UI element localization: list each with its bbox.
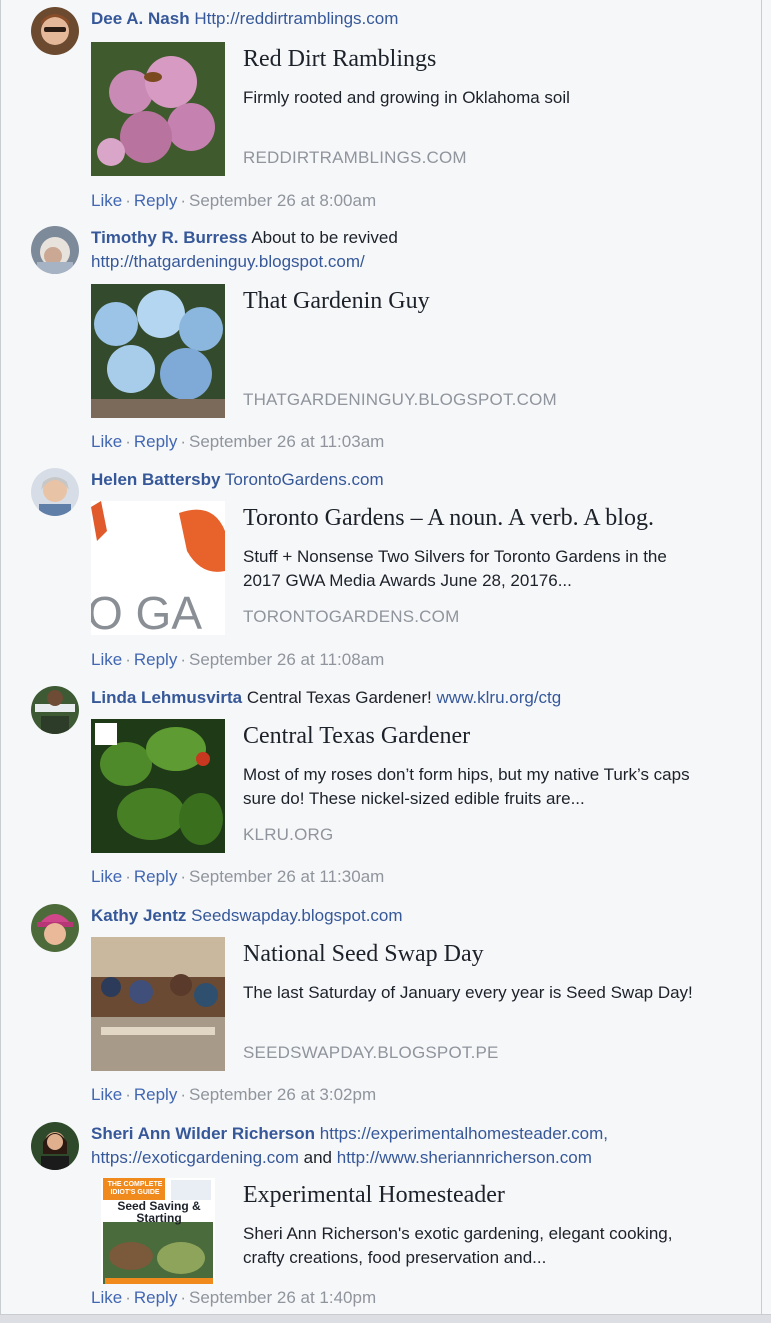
link-domain: KLRU.ORG xyxy=(243,825,334,844)
link-preview-card[interactable]: O GA Toronto Gardens – A noun. A verb. A… xyxy=(91,501,711,635)
link-preview-card[interactable]: Central Texas Gardener Most of my roses … xyxy=(91,719,711,853)
reply-button[interactable]: Reply xyxy=(134,191,177,210)
comment-text: Timothy R. Burress About to be revived h… xyxy=(91,226,711,274)
comment-actions: Like · Reply · September 26 at 11:30am xyxy=(91,867,385,886)
comment-message: and xyxy=(303,1148,333,1167)
like-button[interactable]: Like xyxy=(91,191,122,210)
link-preview-card[interactable]: That Gardenin Guy THATGARDENINGUY.BLOGSP… xyxy=(91,284,711,418)
link-description: Most of my roses don’t form hips, but my… xyxy=(243,765,690,808)
avatar[interactable] xyxy=(31,686,79,734)
comment-link[interactable]: https://exoticgardening.com xyxy=(91,1148,299,1167)
comment-text: Dee A. Nash Http://reddirtramblings.com xyxy=(91,7,711,31)
comment-link[interactable]: https://experimentalhomesteader.com, xyxy=(320,1124,608,1143)
link-preview-card[interactable]: National Seed Swap Day The last Saturday… xyxy=(91,937,711,1071)
link-domain: THATGARDENINGUY.BLOGSPOT.COM xyxy=(243,390,557,409)
reply-button[interactable]: Reply xyxy=(134,432,177,451)
like-button[interactable]: Like xyxy=(91,867,122,886)
comment-actions: Like · Reply · September 26 at 11:08am xyxy=(91,650,385,669)
comment-timestamp[interactable]: September 26 at 11:30am xyxy=(189,867,384,886)
comment-thread: Dee A. Nash Http://reddirtramblings.com … xyxy=(0,0,762,1323)
comment-author[interactable]: Timothy R. Burress xyxy=(91,228,248,247)
link-thumbnail[interactable]: O GA xyxy=(91,501,225,635)
avatar[interactable] xyxy=(31,226,79,274)
avatar[interactable] xyxy=(31,1122,79,1170)
like-button[interactable]: Like xyxy=(91,1085,122,1104)
comment-text: Kathy Jentz Seedswapday.blogspot.com xyxy=(91,904,711,928)
comment-link[interactable]: http://www.sheriannricherson.com xyxy=(337,1148,592,1167)
link-thumbnail[interactable] xyxy=(91,284,225,418)
comment-message: Central Texas Gardener! xyxy=(246,688,432,707)
link-title[interactable]: Experimental Homesteader xyxy=(243,1182,713,1209)
comment-author[interactable]: Sheri Ann Wilder Richerson xyxy=(91,1124,315,1143)
avatar[interactable] xyxy=(31,904,79,952)
like-button[interactable]: Like xyxy=(91,432,122,451)
link-description: Firmly rooted and growing in Oklahoma so… xyxy=(243,88,570,107)
link-thumbnail[interactable] xyxy=(91,937,225,1071)
link-domain: SEEDSWAPDAY.BLOGSPOT.PE xyxy=(243,1043,499,1062)
avatar[interactable] xyxy=(31,7,79,55)
link-domain: TORONTOGARDENS.COM xyxy=(243,607,460,626)
bottom-edge xyxy=(0,1314,771,1323)
link-title[interactable]: Red Dirt Ramblings xyxy=(243,46,713,73)
comment-text: Helen Battersby TorontoGardens.com xyxy=(91,468,711,492)
comment-timestamp[interactable]: September 26 at 1:40pm xyxy=(189,1288,376,1307)
link-thumbnail[interactable] xyxy=(91,42,225,176)
comment-text: Linda Lehmusvirta Central Texas Gardener… xyxy=(91,686,711,710)
comment-timestamp[interactable]: September 26 at 3:02pm xyxy=(189,1085,376,1104)
reply-button[interactable]: Reply xyxy=(134,1085,177,1104)
avatar[interactable] xyxy=(31,468,79,516)
comment-actions: Like · Reply · September 26 at 3:02pm xyxy=(91,1085,377,1104)
comment-link[interactable]: Http://reddirtramblings.com xyxy=(194,9,398,28)
comment-author[interactable]: Kathy Jentz xyxy=(91,906,186,925)
comment-link[interactable]: TorontoGardens.com xyxy=(225,470,384,489)
comment-message: About to be revived xyxy=(251,228,398,247)
link-title[interactable]: Toronto Gardens – A noun. A verb. A blog… xyxy=(243,505,713,532)
comment-author[interactable]: Linda Lehmusvirta xyxy=(91,688,242,707)
book-title: Seed Saving & Starting xyxy=(117,1199,201,1225)
comment-actions: Like · Reply · September 26 at 11:03am xyxy=(91,432,385,451)
comment-actions: Like · Reply · September 26 at 1:40pm xyxy=(91,1288,377,1307)
reply-button[interactable]: Reply xyxy=(134,1288,177,1307)
link-title[interactable]: That Gardenin Guy xyxy=(243,288,713,315)
link-title[interactable]: Central Texas Gardener xyxy=(243,723,713,750)
reply-button[interactable]: Reply xyxy=(134,867,177,886)
link-description: Stuff + Nonsense Two Silvers for Toronto… xyxy=(243,547,667,590)
link-thumbnail[interactable] xyxy=(91,719,225,853)
book-brand: THE COMPLETE IDIOT'S GUIDE xyxy=(107,1181,163,1196)
comment-link[interactable]: Seedswapday.blogspot.com xyxy=(191,906,402,925)
link-title[interactable]: National Seed Swap Day xyxy=(243,941,713,968)
comment-author[interactable]: Helen Battersby xyxy=(91,470,220,489)
comment-timestamp[interactable]: September 26 at 11:03am xyxy=(189,432,384,451)
comment-link[interactable]: www.klru.org/ctg xyxy=(437,688,562,707)
comment-actions: Like · Reply · September 26 at 8:00am xyxy=(91,191,377,210)
reply-button[interactable]: Reply xyxy=(134,650,177,669)
comment-author[interactable]: Dee A. Nash xyxy=(91,9,190,28)
like-button[interactable]: Like xyxy=(91,1288,122,1307)
comment-text: Sheri Ann Wilder Richerson https://exper… xyxy=(91,1122,711,1170)
like-button[interactable]: Like xyxy=(91,650,122,669)
link-description: The last Saturday of January every year … xyxy=(243,983,693,1002)
comment-timestamp[interactable]: September 26 at 8:00am xyxy=(189,191,376,210)
link-description: Sheri Ann Richerson's exotic gardening, … xyxy=(243,1224,673,1267)
link-preview-card[interactable]: Red Dirt Ramblings Firmly rooted and gro… xyxy=(91,42,711,176)
comment-link[interactable]: http://thatgardeninguy.blogspot.com/ xyxy=(91,252,365,271)
comment-timestamp[interactable]: September 26 at 11:08am xyxy=(189,650,384,669)
link-domain: REDDIRTRAMBLINGS.COM xyxy=(243,148,467,167)
svg-text:O GA: O GA xyxy=(91,587,202,635)
